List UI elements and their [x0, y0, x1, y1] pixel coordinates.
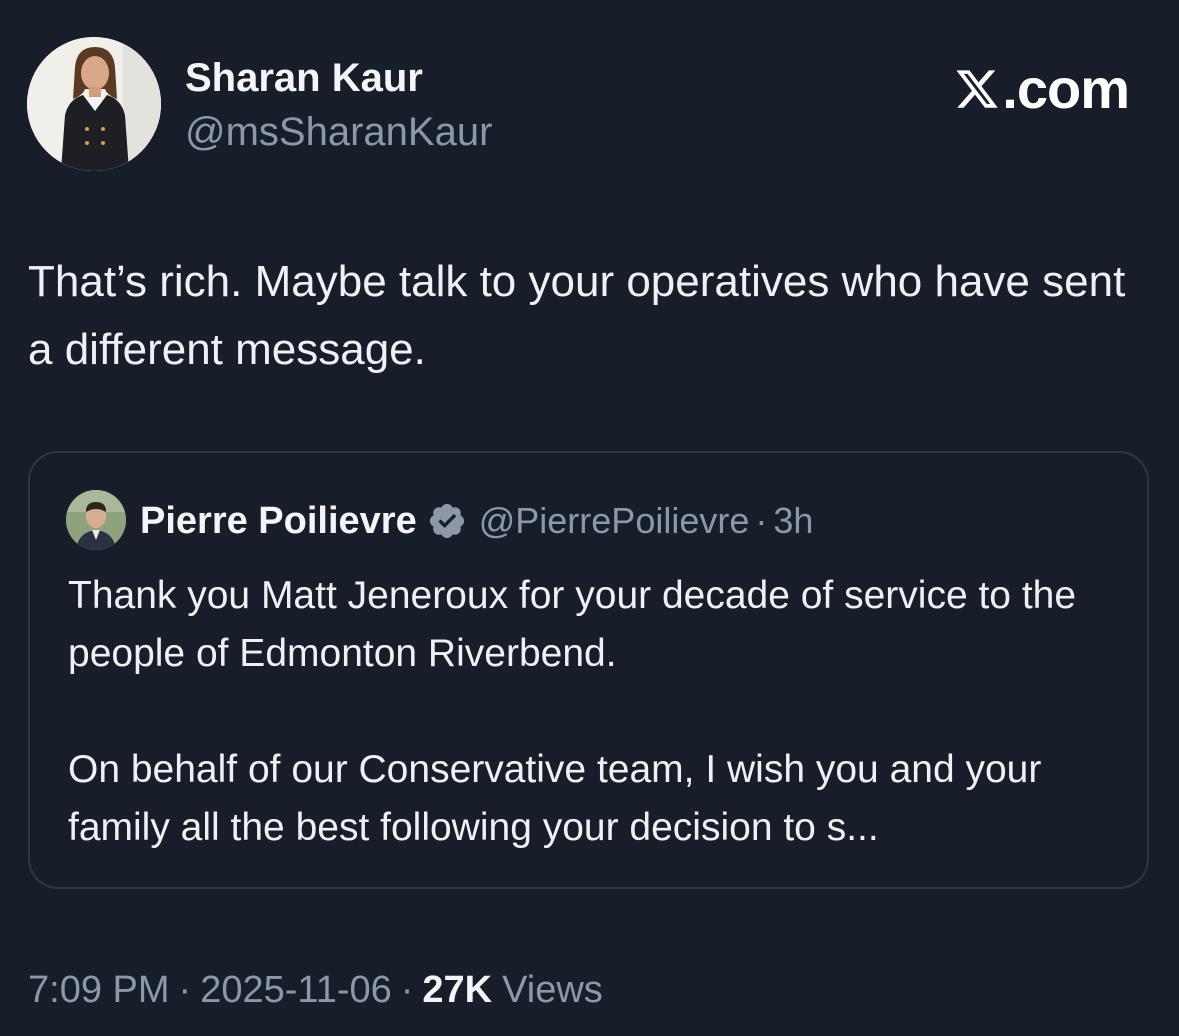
quote-separator: · [755, 500, 768, 541]
author-avatar[interactable] [27, 37, 161, 171]
views-count: 27K [422, 968, 493, 1011]
tweet-text: That’s rich. Maybe talk to your operativ… [28, 257, 1126, 374]
quote-paragraph: On behalf of our Conservative team, I wi… [68, 748, 1042, 849]
quote-header: Pierre Poilievre @PierrePoilievre · 3h [140, 497, 813, 545]
x-logo-icon [956, 70, 999, 108]
meta-separator: · [178, 968, 192, 1011]
author-handle[interactable]: @msSharanKaur [185, 108, 492, 156]
views-label: Views [502, 968, 603, 1011]
brand-label: .com [1002, 57, 1130, 120]
author-name[interactable]: Sharan Kaur [185, 54, 423, 102]
quoted-tweet-card[interactable]: Pierre Poilievre @PierrePoilievre · 3h T… [28, 451, 1149, 889]
meta-separator: · [400, 968, 414, 1011]
quote-text: Thank you Matt Jeneroux for your decade … [68, 567, 1128, 857]
quote-author-handle[interactable]: @PierrePoilievre [479, 500, 750, 542]
tweet-date[interactable]: 2025-11-06 [200, 969, 392, 1012]
quote-author-avatar[interactable] [66, 490, 126, 550]
quote-author-avatar-image [66, 490, 126, 550]
author-avatar-image [27, 37, 161, 171]
quote-paragraph: Thank you Matt Jeneroux for your decade … [68, 574, 1077, 675]
tweet-time[interactable]: 7:09 PM [28, 969, 170, 1012]
quote-author-name[interactable]: Pierre Poilievre [140, 500, 417, 543]
tweet-meta: 7:09 PM · 2025-11-06 · 27K Views [28, 964, 603, 1016]
quote-timestamp[interactable]: 3h [773, 500, 813, 542]
verified-badge-icon [429, 503, 464, 539]
brand-watermark: .com [954, 57, 1130, 120]
